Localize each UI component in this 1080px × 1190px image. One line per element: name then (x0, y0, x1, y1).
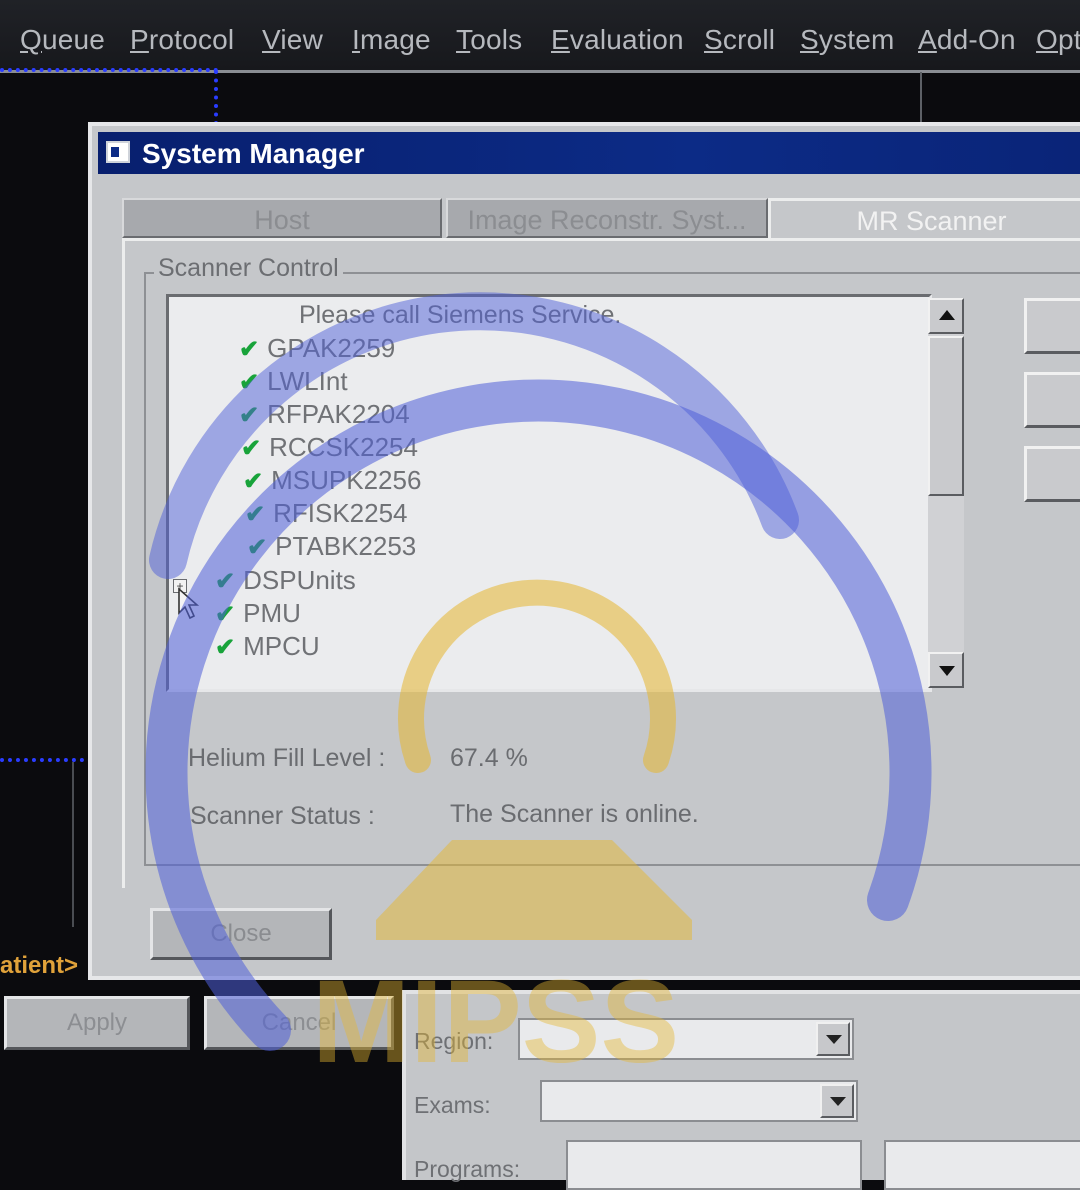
side-button[interactable] (1024, 372, 1080, 428)
chevron-down-icon[interactable] (816, 1022, 850, 1056)
scroll-up-button[interactable] (928, 298, 964, 334)
region-select[interactable] (518, 1018, 854, 1060)
tree-item[interactable]: ✔ MSUPK2256 (243, 465, 421, 496)
menu-tools[interactable]: Tools (456, 24, 522, 56)
side-button[interactable] (1024, 446, 1080, 502)
check-icon: ✔ (243, 468, 264, 495)
menu-view[interactable]: View (262, 24, 323, 56)
window-icon (106, 141, 130, 163)
patient-label: atient> (0, 952, 79, 979)
programs-list-secondary[interactable] (884, 1140, 1080, 1190)
tree-item[interactable]: ✔ MPCU (215, 631, 320, 662)
check-icon: ✔ (245, 501, 266, 528)
viewport-border (214, 70, 222, 125)
check-icon: ✔ (215, 634, 236, 661)
programs-label: Programs: (414, 1156, 521, 1182)
menu-bar: Queue Protocol View Image Tools Evaluati… (0, 0, 1080, 73)
menu-system[interactable]: System (800, 24, 895, 56)
exams-label: Exams: (414, 1092, 491, 1118)
helium-fill-label: Helium Fill Level : (188, 744, 386, 772)
tree-item[interactable]: ✔ RCCSK2254 (241, 432, 418, 463)
exams-select[interactable] (540, 1080, 858, 1122)
tree-item[interactable]: ✔ RFPAK2204 (239, 399, 410, 430)
scanner-control-title: Scanner Control (154, 254, 343, 283)
side-button[interactable] (1024, 298, 1080, 354)
apply-button[interactable]: Apply (4, 996, 190, 1050)
cancel-button[interactable]: Cancel (204, 996, 394, 1050)
menu-queue[interactable]: Queue (20, 24, 105, 56)
tree-item[interactable]: ✔ DSPUnits (215, 565, 356, 596)
tree-item[interactable]: ✔ RFISK2254 (245, 498, 408, 529)
divider (920, 72, 922, 127)
tree-item[interactable]: ✔ PTABK2253 (247, 531, 416, 562)
dialog-titlebar[interactable]: System Manager (98, 132, 1080, 174)
check-icon: ✔ (239, 402, 260, 429)
region-label: Region: (414, 1028, 494, 1054)
tree-item[interactable]: ✔ PMU (215, 598, 301, 629)
scroll-thumb[interactable] (928, 336, 964, 496)
tab-image-reconstr-syst[interactable]: Image Reconstr. Syst... (446, 198, 768, 238)
mouse-cursor-icon (178, 587, 200, 620)
menu-scroll[interactable]: Scroll (704, 24, 775, 56)
close-button[interactable]: Close (150, 908, 332, 960)
viewport-border (0, 68, 218, 76)
menu-add-on[interactable]: Add-On (918, 24, 1016, 56)
scanner-status-value: The Scanner is online. (450, 800, 699, 828)
tree-scrollbar[interactable] (928, 298, 964, 688)
check-icon: ✔ (215, 568, 236, 595)
chevron-down-icon[interactable] (820, 1084, 854, 1118)
menu-image[interactable]: Image (352, 24, 431, 56)
menu-protocol[interactable]: Protocol (130, 24, 234, 56)
check-icon: ✔ (239, 369, 260, 396)
system-manager-dialog: System Manager Host Image Reconstr. Syst… (88, 122, 1080, 980)
divider (72, 762, 74, 927)
check-icon: ✔ (247, 534, 268, 561)
scanner-status-label: Scanner Status : (190, 802, 375, 830)
menu-evaluation[interactable]: Evaluation (551, 24, 684, 56)
exam-selection-panel: Region: Exams: Programs: (402, 990, 1080, 1190)
tree-item[interactable]: ✔ LWLInt (239, 366, 348, 397)
service-message: Please call Siemens Service. (299, 301, 622, 329)
check-icon: ✔ (239, 336, 260, 363)
scroll-down-button[interactable] (928, 652, 964, 688)
tab-mr-scanner[interactable]: MR Scanner (768, 198, 1080, 238)
menu-options[interactable]: Opt (1036, 24, 1080, 56)
programs-list[interactable] (566, 1140, 862, 1190)
tab-host[interactable]: Host (122, 198, 442, 238)
dialog-title: System Manager (142, 138, 365, 169)
check-icon: ✔ (241, 435, 262, 462)
tree-item[interactable]: ✔ GPAK2259 (239, 333, 395, 364)
check-icon: ✔ (215, 601, 236, 628)
component-tree[interactable]: Please call Siemens Service. ✔ GPAK2259 ✔… (166, 294, 932, 692)
helium-fill-value: 67.4 % (450, 744, 528, 772)
